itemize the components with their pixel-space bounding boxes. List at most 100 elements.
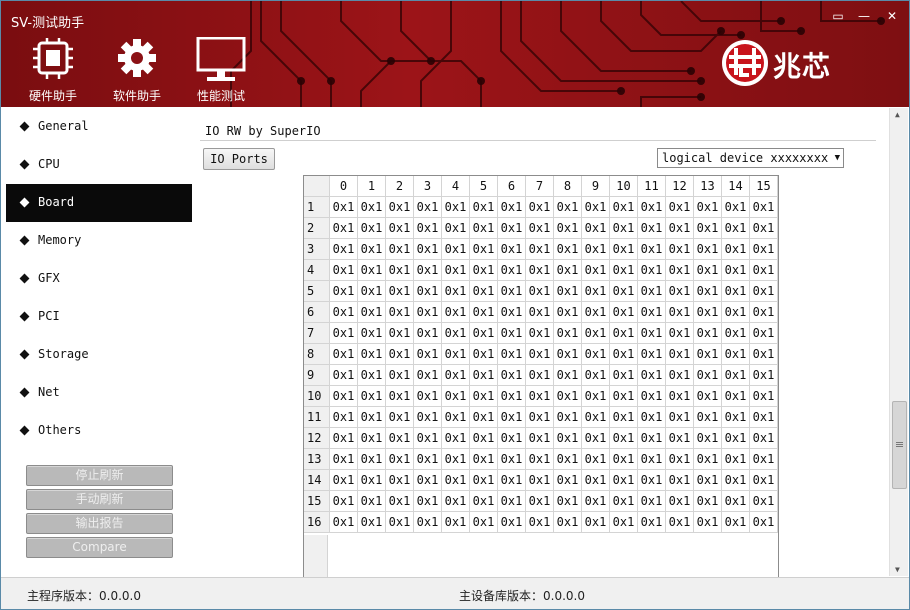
register-cell[interactable]: 0x1 xyxy=(749,448,778,470)
register-cell[interactable]: 0x1 xyxy=(721,259,750,281)
column-header[interactable]: 8 xyxy=(553,176,582,197)
register-cell[interactable]: 0x1 xyxy=(441,196,470,218)
register-cell[interactable]: 0x1 xyxy=(497,469,526,491)
scroll-down-icon[interactable]: ▼ xyxy=(895,565,900,574)
register-cell[interactable]: 0x1 xyxy=(469,343,498,365)
row-header[interactable]: 7 xyxy=(304,322,330,344)
register-cell[interactable]: 0x1 xyxy=(329,238,358,260)
register-cell[interactable]: 0x1 xyxy=(693,259,722,281)
register-cell[interactable]: 0x1 xyxy=(469,238,498,260)
register-cell[interactable]: 0x1 xyxy=(749,301,778,323)
register-cell[interactable]: 0x1 xyxy=(441,322,470,344)
register-cell[interactable]: 0x1 xyxy=(469,217,498,239)
register-cell[interactable]: 0x1 xyxy=(497,343,526,365)
register-cell[interactable]: 0x1 xyxy=(441,511,470,533)
register-cell[interactable]: 0x1 xyxy=(357,280,386,302)
register-cell[interactable]: 0x1 xyxy=(469,511,498,533)
minimize-button[interactable]: — xyxy=(853,9,875,23)
register-cell[interactable]: 0x1 xyxy=(637,427,666,449)
register-cell[interactable]: 0x1 xyxy=(525,364,554,386)
column-header[interactable]: 9 xyxy=(581,176,610,197)
register-cell[interactable]: 0x1 xyxy=(553,196,582,218)
register-cell[interactable]: 0x1 xyxy=(693,196,722,218)
register-cell[interactable]: 0x1 xyxy=(385,385,414,407)
register-cell[interactable]: 0x1 xyxy=(609,196,638,218)
register-cell[interactable]: 0x1 xyxy=(693,217,722,239)
register-cell[interactable]: 0x1 xyxy=(609,364,638,386)
register-cell[interactable]: 0x1 xyxy=(497,280,526,302)
register-cell[interactable]: 0x1 xyxy=(693,490,722,512)
register-cell[interactable]: 0x1 xyxy=(385,511,414,533)
register-cell[interactable]: 0x1 xyxy=(609,385,638,407)
register-cell[interactable]: 0x1 xyxy=(609,238,638,260)
register-cell[interactable]: 0x1 xyxy=(553,427,582,449)
register-cell[interactable]: 0x1 xyxy=(693,427,722,449)
register-cell[interactable]: 0x1 xyxy=(609,448,638,470)
register-cell[interactable]: 0x1 xyxy=(497,448,526,470)
register-cell[interactable]: 0x1 xyxy=(329,259,358,281)
register-cell[interactable]: 0x1 xyxy=(553,511,582,533)
register-cell[interactable]: 0x1 xyxy=(693,385,722,407)
column-header[interactable]: 5 xyxy=(469,176,498,197)
register-cell[interactable]: 0x1 xyxy=(385,427,414,449)
register-cell[interactable]: 0x1 xyxy=(413,385,442,407)
sidebar-item-gfx[interactable]: GFX xyxy=(6,260,192,298)
row-header[interactable]: 8 xyxy=(304,343,330,365)
register-cell[interactable]: 0x1 xyxy=(469,280,498,302)
register-cell[interactable]: 0x1 xyxy=(329,427,358,449)
register-cell[interactable]: 0x1 xyxy=(553,301,582,323)
register-cell[interactable]: 0x1 xyxy=(609,259,638,281)
column-header[interactable]: 6 xyxy=(497,176,526,197)
register-cell[interactable]: 0x1 xyxy=(553,490,582,512)
row-header[interactable]: 12 xyxy=(304,427,330,449)
compare-button[interactable]: Compare xyxy=(26,537,173,558)
register-cell[interactable]: 0x1 xyxy=(469,385,498,407)
register-cell[interactable]: 0x1 xyxy=(525,406,554,428)
row-header[interactable]: 5 xyxy=(304,280,330,302)
scrollbar-thumb[interactable] xyxy=(892,401,907,489)
sidebar-item-cpu[interactable]: CPU xyxy=(6,146,192,184)
register-cell[interactable]: 0x1 xyxy=(665,259,694,281)
register-cell[interactable]: 0x1 xyxy=(329,364,358,386)
register-cell[interactable]: 0x1 xyxy=(749,469,778,491)
register-cell[interactable]: 0x1 xyxy=(357,259,386,281)
register-cell[interactable]: 0x1 xyxy=(413,448,442,470)
register-cell[interactable]: 0x1 xyxy=(497,259,526,281)
register-cell[interactable]: 0x1 xyxy=(693,343,722,365)
register-cell[interactable]: 0x1 xyxy=(497,490,526,512)
register-cell[interactable]: 0x1 xyxy=(413,217,442,239)
register-cell[interactable]: 0x1 xyxy=(553,385,582,407)
row-header[interactable]: 3 xyxy=(304,238,330,260)
register-cell[interactable]: 0x1 xyxy=(525,448,554,470)
register-cell[interactable]: 0x1 xyxy=(497,364,526,386)
register-cell[interactable]: 0x1 xyxy=(721,217,750,239)
register-cell[interactable]: 0x1 xyxy=(749,406,778,428)
register-cell[interactable]: 0x1 xyxy=(609,301,638,323)
register-cell[interactable]: 0x1 xyxy=(357,448,386,470)
scroll-up-icon[interactable]: ▲ xyxy=(895,110,900,119)
column-header[interactable]: 2 xyxy=(385,176,414,197)
register-cell[interactable]: 0x1 xyxy=(525,469,554,491)
register-cell[interactable]: 0x1 xyxy=(553,238,582,260)
register-cell[interactable]: 0x1 xyxy=(469,196,498,218)
register-cell[interactable]: 0x1 xyxy=(665,469,694,491)
register-cell[interactable]: 0x1 xyxy=(469,301,498,323)
tool-performance-test[interactable]: 性能测试 xyxy=(185,37,257,103)
register-cell[interactable]: 0x1 xyxy=(357,301,386,323)
register-cell[interactable]: 0x1 xyxy=(637,469,666,491)
manual-refresh-button[interactable]: 手动刷新 xyxy=(26,489,173,510)
register-cell[interactable]: 0x1 xyxy=(525,343,554,365)
register-cell[interactable]: 0x1 xyxy=(609,511,638,533)
row-header[interactable]: 9 xyxy=(304,364,330,386)
register-cell[interactable]: 0x1 xyxy=(609,406,638,428)
register-cell[interactable]: 0x1 xyxy=(469,448,498,470)
register-cell[interactable]: 0x1 xyxy=(329,217,358,239)
register-cell[interactable]: 0x1 xyxy=(665,427,694,449)
register-cell[interactable]: 0x1 xyxy=(637,259,666,281)
register-cell[interactable]: 0x1 xyxy=(385,301,414,323)
register-cell[interactable]: 0x1 xyxy=(721,427,750,449)
register-cell[interactable]: 0x1 xyxy=(413,196,442,218)
register-cell[interactable]: 0x1 xyxy=(693,364,722,386)
register-cell[interactable]: 0x1 xyxy=(413,343,442,365)
register-cell[interactable]: 0x1 xyxy=(497,511,526,533)
